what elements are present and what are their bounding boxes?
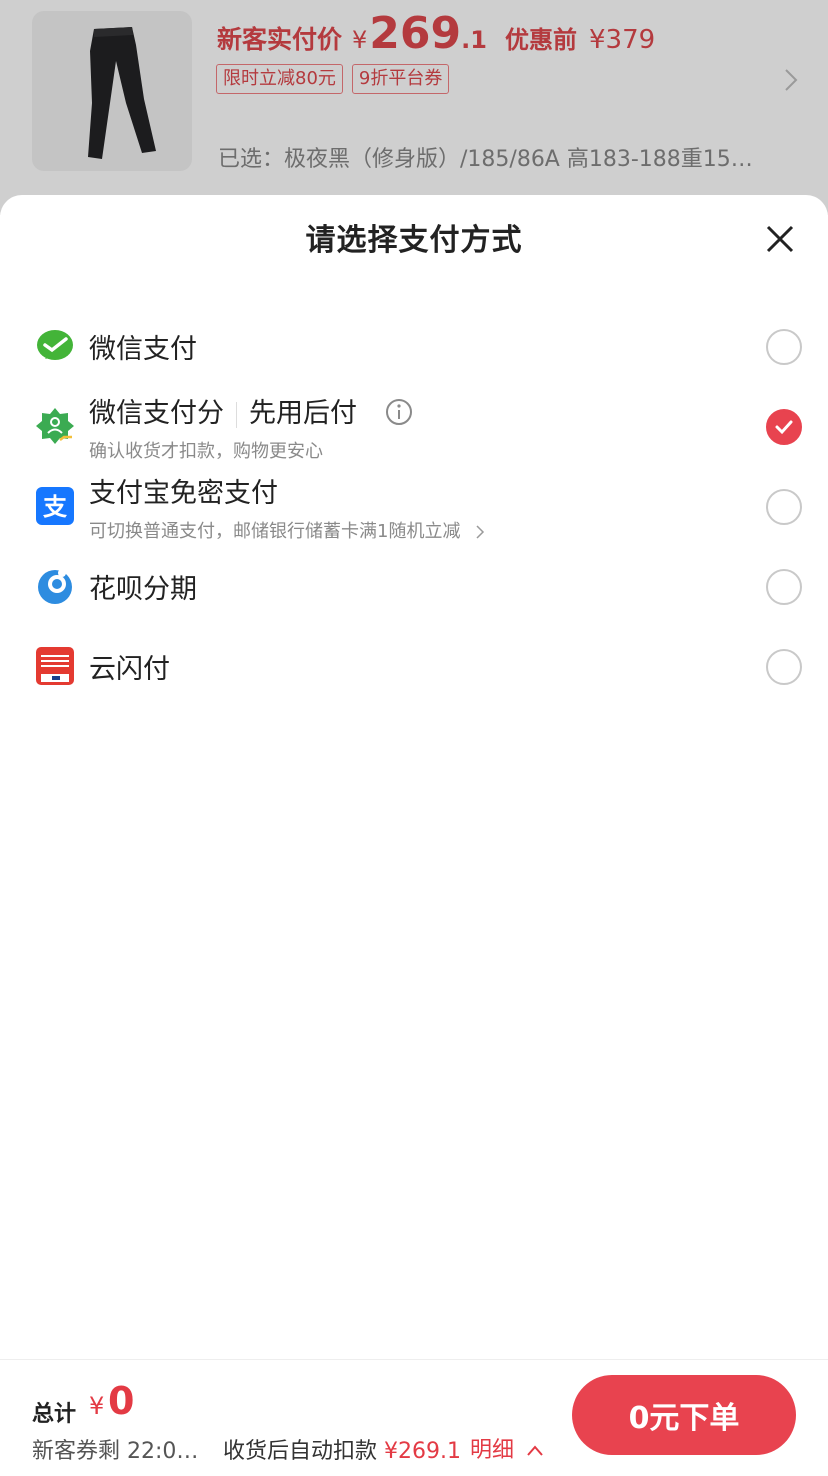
auto-deduct-info: 收货后自动扣款 ¥269.1	[223, 1433, 461, 1465]
sheet-title: 请选择支付方式	[305, 223, 523, 258]
wechat-pay-score-icon	[36, 408, 74, 444]
option-title-line: 微信支付分 先用后付	[89, 391, 357, 430]
unionpay-quickpass-icon	[36, 647, 74, 685]
chevron-right-icon	[476, 525, 485, 539]
option-title: 微信支付	[89, 334, 197, 365]
wechat-pay-icon	[37, 330, 73, 360]
radio-button[interactable]	[766, 569, 802, 605]
check-icon	[775, 420, 793, 435]
original-price-label: 优惠前	[504, 26, 577, 54]
payment-method-sheet: 请选择支付方式 微信支付 微信支付分 先用后付 确认收货才扣款，购物更安心 支 …	[0, 195, 828, 1475]
total-label: 总计	[32, 1402, 77, 1427]
option-title: 微信支付分	[89, 398, 224, 429]
option-title: 云闪付	[89, 654, 170, 685]
price-label: 新客实付价	[217, 25, 343, 54]
auto-deduct-label: 收货后自动扣款	[223, 1439, 378, 1464]
svg-text:支: 支	[43, 493, 68, 521]
option-subtitle: 可切换普通支付，邮储银行储蓄卡满1随机立减	[89, 521, 461, 542]
promo-tag: 限时立减80元	[216, 64, 343, 94]
product-thumbnail	[32, 11, 192, 171]
radio-button-checked[interactable]	[766, 409, 802, 445]
pants-image	[88, 27, 156, 159]
radio-button[interactable]	[766, 329, 802, 365]
price-decimal: .1	[461, 26, 487, 54]
chevron-right-icon[interactable]	[778, 66, 806, 94]
divider	[236, 401, 237, 428]
info-icon[interactable]	[385, 398, 413, 426]
radio-button[interactable]	[766, 489, 802, 525]
option-title: 支付宝免密支付	[89, 478, 278, 509]
product-summary[interactable]: 新客实付价 ¥ 269 .1 优惠前 ¥379 限时立减80元 9折平台券 已选…	[0, 0, 828, 215]
promo-tag: 9折平台券	[351, 64, 450, 94]
option-title: 花呗分期	[89, 574, 197, 605]
radio-button[interactable]	[766, 649, 802, 685]
payment-option-wechat-pay-score[interactable]: 微信支付分 先用后付 确认收货才扣款，购物更安心	[0, 387, 828, 467]
place-order-button[interactable]: 0元下单	[572, 1375, 796, 1455]
alipay-icon: 支	[36, 487, 74, 525]
payment-option-wechat-pay[interactable]: 微信支付	[0, 307, 828, 387]
price-integer: 269	[369, 8, 462, 59]
auto-deduct-amount: ¥269.1	[384, 1439, 461, 1464]
huabei-icon	[38, 569, 72, 604]
price-line: 新客实付价 ¥ 269 .1 优惠前 ¥379	[217, 8, 656, 59]
coupon-countdown: 新客券剩 22:0…	[32, 1439, 199, 1464]
option-badge: 先用后付	[249, 398, 357, 429]
payment-option-huabei[interactable]: 花呗分期	[0, 547, 828, 627]
option-subtitle: 确认收货才扣款，购物更安心	[89, 441, 323, 462]
detail-label: 明细	[470, 1438, 515, 1463]
selected-spec: 已选：极夜黑（修身版）/185/86A 高183-188重15…	[218, 147, 753, 172]
original-price: ¥379	[588, 25, 656, 55]
payment-option-alipay[interactable]: 支 支付宝免密支付 可切换普通支付，邮储银行储蓄卡满1随机立减	[0, 467, 828, 547]
total-value: 0	[108, 1379, 135, 1423]
payment-option-unionpay[interactable]: 云闪付	[0, 627, 828, 707]
chevron-up-icon	[527, 1445, 543, 1456]
price-currency: ¥	[352, 26, 368, 54]
close-icon[interactable]	[762, 221, 798, 257]
order-bar: 总计 ¥ 0 新客券剩 22:0… 收货后自动扣款 ¥269.1 明细 0元下单	[0, 1359, 828, 1476]
option-subtitle-line[interactable]: 可切换普通支付，邮储银行储蓄卡满1随机立减	[89, 517, 488, 543]
detail-toggle[interactable]: 明细	[470, 1432, 545, 1464]
total-currency: ¥	[89, 1392, 105, 1420]
promo-tags: 限时立减80元 9折平台券	[216, 64, 450, 94]
